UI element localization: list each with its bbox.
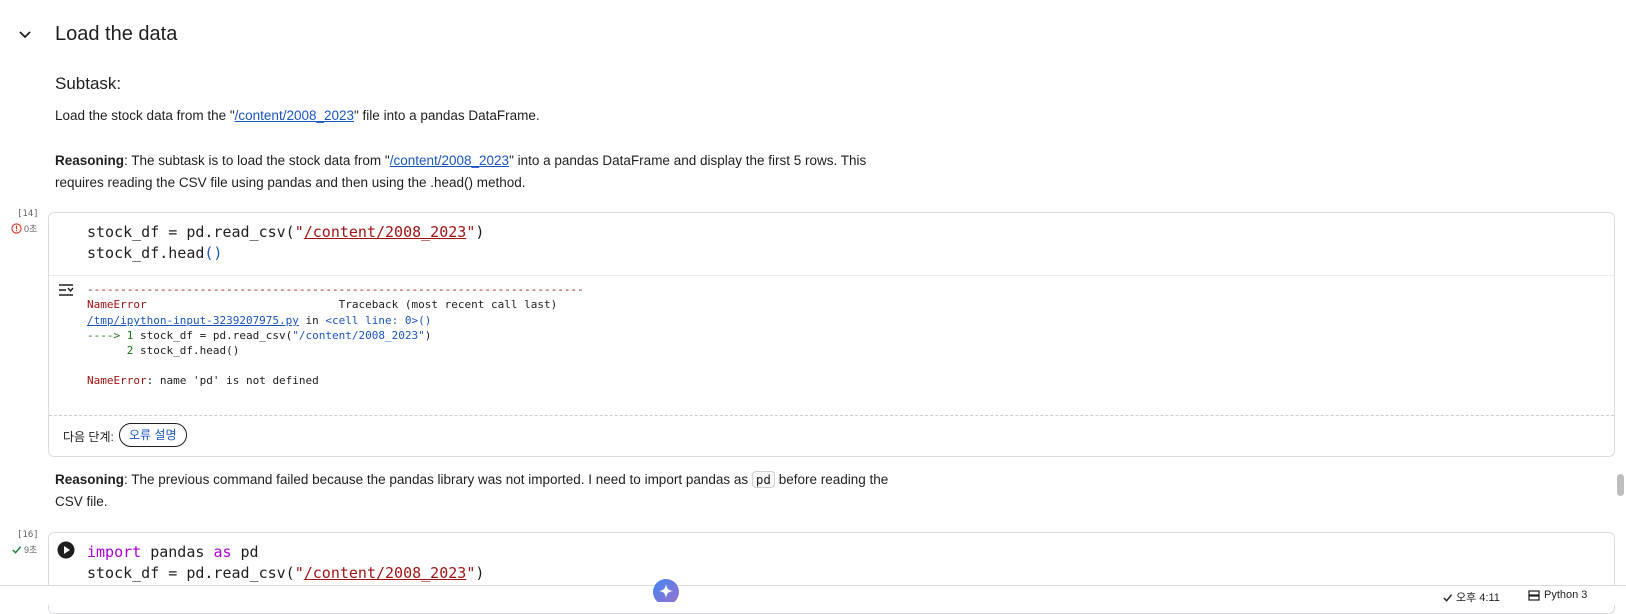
string-path: /content/2008_2023 [303, 223, 467, 241]
traceback-cell-line: <cell line: 0>() [325, 314, 432, 327]
play-icon[interactable] [57, 541, 75, 559]
gemini-sparkle-icon[interactable] [652, 578, 680, 602]
traceback-header: NameError Traceback (most recent call la… [87, 297, 557, 313]
execution-count: [16] [17, 530, 39, 540]
cell-output: ----------------------------------------… [49, 275, 1614, 416]
code-text: stock_df = pd.read_csv( [87, 223, 295, 241]
traceback-code: stock_df = pd.read_csv( [133, 329, 293, 342]
execution-count: [14] [17, 209, 39, 219]
runtime-indicator[interactable]: Python 3 [1528, 589, 1587, 601]
chevron-down-icon[interactable] [16, 26, 34, 44]
traceback-in: in [298, 314, 326, 327]
traceback-file-link[interactable]: /tmp/ipython-input-3239207975.py [87, 314, 299, 327]
code-text: ) [475, 223, 485, 241]
code-keyword: import [87, 543, 142, 561]
subtask-path-link[interactable]: /content/2008_2023 [235, 108, 354, 123]
next-steps-label: 다음 단계: [63, 430, 114, 444]
runtime-name: Python 3 [1544, 589, 1588, 601]
code-line-2[interactable]: stock_df = pd.read_csv("/content/2008_20… [87, 563, 484, 584]
traceback-line-1: ----> 1 stock_df = pd.read_csv("/content… [87, 328, 431, 344]
error-message: : name 'pd' is not defined [146, 374, 319, 387]
code-line-1[interactable]: stock_df = pd.read_csv("/content/2008_20… [87, 222, 484, 243]
traceback-string: "/content/2008_2023" [292, 329, 425, 342]
check-icon [12, 546, 22, 554]
inline-code: pd [751, 471, 775, 488]
cell-status: 0초 [11, 222, 37, 235]
traceback-line-2: 2 stock_df.head() [87, 343, 240, 359]
traceback-code: stock_df.head() [133, 344, 240, 357]
subtask-heading: Subtask: [55, 74, 122, 93]
reasoning-text-1: Reasoning: The subtask is to load the st… [55, 150, 915, 194]
error-name: NameError [87, 298, 147, 311]
reasoning-text-2: Reasoning: The previous command failed b… [55, 469, 915, 513]
code-parens: () [204, 244, 223, 262]
reasoning-text-before: : The subtask is to load the stock data … [124, 153, 390, 168]
code-text: stock_df = pd.read_csv( [87, 564, 295, 582]
traceback-location: /tmp/ipython-input-3239207975.py in <cel… [87, 313, 431, 329]
last-run-status[interactable]: 오후 4:11 [1442, 589, 1500, 605]
subtask-text-after: " file into a pandas DataFrame. [354, 108, 540, 123]
code-line-1[interactable]: import pandas as pd [87, 542, 259, 563]
traceback-title: Traceback (most recent call last) [146, 298, 558, 311]
scrollbar-thumb[interactable] [1617, 474, 1624, 496]
cell-run-duration: 0초 [24, 224, 38, 234]
code-text: pandas [141, 543, 214, 561]
reasoning-label: Reasoning [55, 472, 125, 487]
subtask-text-before: Load the stock data from the " [55, 108, 235, 123]
cell-run-duration: 9초 [24, 545, 38, 555]
server-icon [1528, 589, 1540, 601]
traceback-final-error: NameError: name 'pd' is not defined [87, 373, 319, 389]
error-name: NameError [87, 374, 147, 387]
code-keyword: as [213, 543, 232, 561]
cell-status: 9초 [11, 543, 37, 556]
reasoning-path-link[interactable]: /content/2008_2023 [390, 153, 509, 168]
code-text: pd [231, 543, 259, 561]
traceback-code: ) [424, 329, 432, 342]
code-cell[interactable]: stock_df = pd.read_csv("/content/2008_20… [48, 212, 1615, 457]
code-text: stock_df.head [87, 244, 205, 262]
string-quote: " [294, 223, 304, 241]
next-steps-bar: 다음 단계: 오류 설명 [49, 415, 1614, 456]
status-bar: 오후 4:11 Python 3 [0, 585, 1626, 605]
output-toggle-icon[interactable] [57, 282, 75, 298]
error-circle-icon [11, 223, 22, 234]
code-text: ) [475, 564, 485, 582]
string-quote: " [466, 564, 476, 582]
code-line-2[interactable]: stock_df.head() [87, 243, 222, 264]
traceback-divider: ----------------------------------------… [87, 283, 584, 296]
string-path: /content/2008_2023 [303, 564, 467, 582]
last-run-time: 오후 4:11 [1456, 592, 1500, 604]
traceback-arrow: ----> 1 [87, 329, 134, 342]
traceback-line-number: 2 [87, 344, 134, 357]
subtask-text: Load the stock data from the "/content/2… [55, 105, 540, 127]
string-quote: " [466, 223, 476, 241]
explain-error-button[interactable]: 오류 설명 [119, 423, 187, 447]
string-quote: " [294, 564, 304, 582]
check-icon [1443, 593, 1453, 602]
section-title: Load the data [55, 23, 178, 45]
reasoning-label: Reasoning [55, 153, 125, 168]
reasoning-text-before: : The previous command failed because th… [124, 472, 752, 487]
